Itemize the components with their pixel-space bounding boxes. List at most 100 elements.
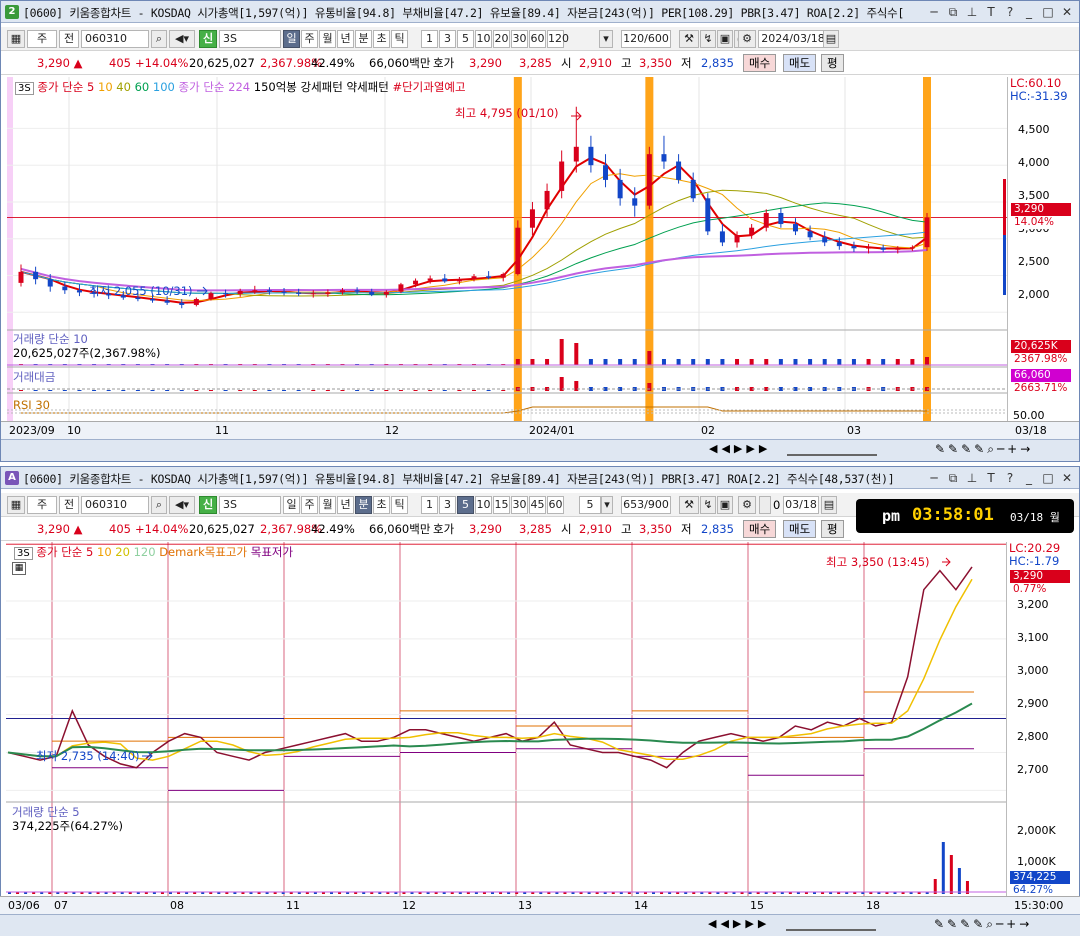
chart-tool-icon[interactable]: ↯ xyxy=(700,30,716,48)
prev-button[interactable]: 전 xyxy=(59,30,79,48)
save-icon[interactable]: ▣ xyxy=(717,30,733,48)
count-field-2[interactable]: 653/900 xyxy=(621,496,671,514)
legend-tag[interactable]: 3S xyxy=(15,82,34,95)
number-tab-2-2[interactable]: 5 xyxy=(457,496,474,514)
save-icon[interactable]: ▣ xyxy=(717,496,733,514)
chevron-down-icon[interactable]: ▾ xyxy=(599,30,613,48)
scroll-track-2[interactable] xyxy=(786,917,876,931)
number-tab-4[interactable]: 20 xyxy=(493,30,510,48)
sell-button[interactable]: 매도 xyxy=(783,54,817,72)
number-tab-1[interactable]: 3 xyxy=(439,30,456,48)
period-tab-0[interactable]: 일 xyxy=(283,30,300,48)
period-tab-3[interactable]: 년 xyxy=(337,30,354,48)
scroll-track[interactable] xyxy=(787,442,877,456)
period-tab-2-2[interactable]: 월 xyxy=(319,496,336,514)
search-icon[interactable]: ⌕ xyxy=(151,30,167,48)
code-input-2[interactable]: 060310 xyxy=(81,496,149,514)
min2-icon[interactable]: _ xyxy=(1021,470,1037,486)
tool-icon[interactable]: ⚒ xyxy=(679,30,699,48)
number-tab-2[interactable]: 5 xyxy=(457,30,474,48)
close-icon[interactable]: ✕ xyxy=(1059,470,1075,486)
period-tab-6[interactable]: 틱 xyxy=(391,30,408,48)
window-titlebar-2[interactable]: A [0600] 키움종합차트 - KOSDAQ 시가총액[1,597(억)] … xyxy=(1,467,1079,489)
search-icon[interactable]: ⌕ xyxy=(151,496,167,514)
zoom-controls-2[interactable]: ✎✎✎✎⌕─+→ xyxy=(934,917,1032,932)
number-tab-2-7[interactable]: 60 xyxy=(547,496,564,514)
grid-icon[interactable]: ▦ xyxy=(7,496,25,514)
number-tab-2-3[interactable]: 10 xyxy=(475,496,492,514)
period-tab-5[interactable]: 초 xyxy=(373,30,390,48)
mode-select[interactable]: 주 xyxy=(27,30,57,48)
daily-candle-chart[interactable] xyxy=(7,77,1007,421)
buy-button[interactable]: 매수 xyxy=(743,54,777,72)
pin-icon[interactable]: ⊥ xyxy=(964,470,980,486)
buy-button[interactable]: 매수 xyxy=(743,520,777,538)
period-tab-2-0[interactable]: 일 xyxy=(283,496,300,514)
tool-icon[interactable]: ⚒ xyxy=(679,496,699,514)
sell-button[interactable]: 매도 xyxy=(783,520,817,538)
period-tab-2-3[interactable]: 년 xyxy=(337,496,354,514)
number-tab-2-5[interactable]: 30 xyxy=(511,496,528,514)
number-tab-0[interactable]: 1 xyxy=(421,30,438,48)
number-tab-2-6[interactable]: 45 xyxy=(529,496,546,514)
period-tab-2-6[interactable]: 틱 xyxy=(391,496,408,514)
restore-icon[interactable]: ⧉ xyxy=(945,4,961,20)
close-icon[interactable]: ✕ xyxy=(1059,4,1075,20)
grid-icon[interactable]: ▦ xyxy=(7,30,25,48)
font-icon[interactable]: T xyxy=(983,4,999,20)
period-tab-2-5[interactable]: 초 xyxy=(373,496,390,514)
interval-field[interactable]: 5 xyxy=(579,496,601,514)
minute-line-chart[interactable] xyxy=(6,542,1006,896)
gear-icon[interactable]: ⚙ xyxy=(738,30,756,48)
window-titlebar[interactable]: 2 [0600] 키움종합차트 - KOSDAQ 시가총액[1,597(억)] … xyxy=(1,1,1079,23)
number-tab-3[interactable]: 10 xyxy=(475,30,492,48)
calendar-icon[interactable]: ▤ xyxy=(823,30,839,48)
shin-button[interactable]: 신 xyxy=(199,30,217,48)
period-tab-2-4[interactable]: 분 xyxy=(355,496,372,514)
number-tab-2-4[interactable]: 15 xyxy=(493,496,510,514)
maximize-icon[interactable]: □ xyxy=(1040,470,1056,486)
minute-chart-area[interactable] xyxy=(6,542,1006,896)
date-field[interactable]: 2024/03/18 xyxy=(758,30,828,48)
speaker-icon[interactable]: ◀▾ xyxy=(169,30,195,48)
chevron-down-icon[interactable]: ▾ xyxy=(601,496,613,514)
nav-arrows-2[interactable]: ◀◀▶▶▶ xyxy=(708,917,770,930)
number-tab-5[interactable]: 30 xyxy=(511,30,528,48)
period-tab-1[interactable]: 주 xyxy=(301,30,318,48)
period-tab-2-1[interactable]: 주 xyxy=(301,496,318,514)
price-chart-area[interactable] xyxy=(7,77,1007,421)
minimize-icon[interactable]: ─ xyxy=(926,470,942,486)
eval-button[interactable]: 평 xyxy=(821,54,844,72)
code-input[interactable]: 060310 xyxy=(81,30,149,48)
name-field-2[interactable]: 3S xyxy=(219,496,281,514)
calendar-icon[interactable]: ▤ xyxy=(821,496,837,514)
number-tab-6[interactable]: 60 xyxy=(529,30,546,48)
name-field[interactable]: 3S xyxy=(219,30,281,48)
count-field[interactable]: 120/600 xyxy=(621,30,671,48)
number-tab-2-0[interactable]: 1 xyxy=(421,496,438,514)
gear-icon[interactable]: ⚙ xyxy=(738,496,756,514)
table-icon[interactable]: ▦ xyxy=(12,562,26,575)
eval-button[interactable]: 평 xyxy=(821,520,844,538)
legend-tag-2[interactable]: 3S xyxy=(14,547,33,560)
font-icon[interactable]: T xyxy=(983,470,999,486)
number-tab-7[interactable]: 120 xyxy=(547,30,569,48)
period-tab-4[interactable]: 분 xyxy=(355,30,372,48)
mode-select-2[interactable]: 주 xyxy=(27,496,57,514)
checkbox[interactable] xyxy=(759,496,771,514)
min2-icon[interactable]: _ xyxy=(1021,4,1037,20)
period-tab-2[interactable]: 월 xyxy=(319,30,336,48)
prev-button-2[interactable]: 전 xyxy=(59,496,79,514)
minimize-icon[interactable]: ─ xyxy=(926,4,942,20)
maximize-icon[interactable]: □ xyxy=(1040,4,1056,20)
number-tab-2-1[interactable]: 3 xyxy=(439,496,456,514)
pin-icon[interactable]: ⊥ xyxy=(964,4,980,20)
help-icon[interactable]: ? xyxy=(1002,470,1018,486)
date-field-2[interactable]: 03/18 xyxy=(783,496,819,514)
zoom-controls[interactable]: ✎✎✎✎⌕─+→ xyxy=(935,442,1033,457)
nav-arrows[interactable]: ◀◀▶▶▶ xyxy=(709,442,771,455)
restore-icon[interactable]: ⧉ xyxy=(945,470,961,486)
speaker-icon[interactable]: ◀▾ xyxy=(169,496,195,514)
shin-button-2[interactable]: 신 xyxy=(199,496,217,514)
chart-tool-icon[interactable]: ↯ xyxy=(700,496,716,514)
